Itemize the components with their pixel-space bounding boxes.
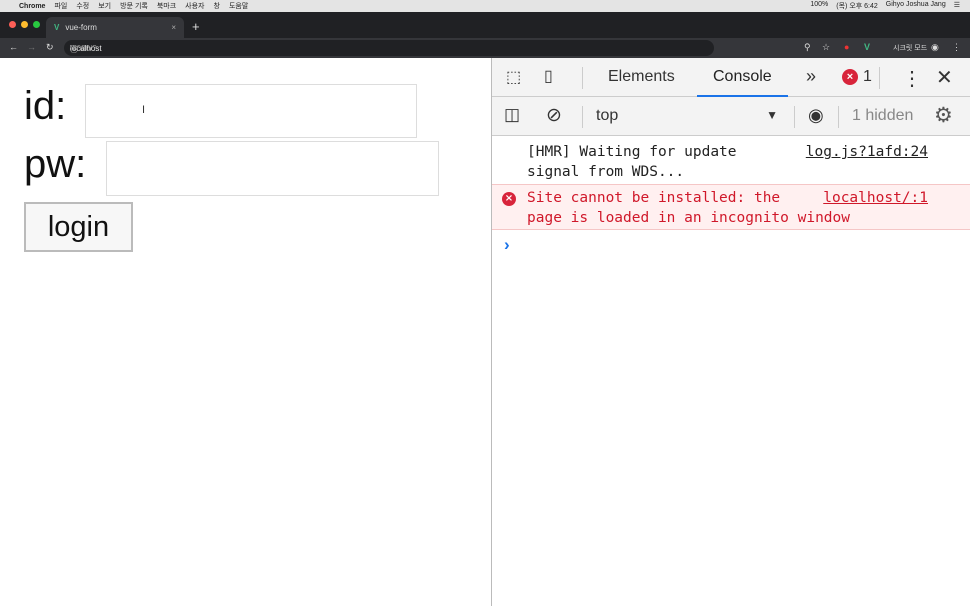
back-icon[interactable]: ← bbox=[9, 42, 18, 52]
tab-title: vue-form bbox=[65, 23, 97, 32]
devtools-menu-icon[interactable]: ⋮ bbox=[902, 66, 922, 91]
id-label: id: bbox=[24, 84, 67, 128]
forward-icon[interactable]: → bbox=[27, 42, 36, 52]
message-source-link[interactable]: localhost/:1 bbox=[823, 188, 928, 208]
vue-favicon-icon: V bbox=[54, 23, 60, 32]
devtools-main-toolbar: ⬚ ▯ Elements Console » × 1 ⋮ ✕ bbox=[492, 58, 970, 97]
zoom-icon[interactable]: ⚲ bbox=[804, 42, 811, 53]
url-path: :8080/? bbox=[70, 44, 97, 53]
separator bbox=[582, 106, 583, 128]
clear-console-icon[interactable]: ⊘ bbox=[546, 104, 562, 127]
console-toolbar: ◫ ⊘ top ▼ ◉ 1 hidden ⚙ bbox=[492, 97, 970, 136]
context-selector[interactable]: top ▼ bbox=[588, 105, 782, 127]
close-window-button[interactable] bbox=[9, 21, 16, 28]
battery-status[interactable]: 100% bbox=[810, 1, 828, 11]
message-text: page is loaded in an incognito window bbox=[527, 210, 851, 226]
console-message: [HMR] Waiting for update signal from WDS… bbox=[492, 142, 970, 188]
device-toolbar-icon[interactable]: ▯ bbox=[544, 66, 553, 86]
menu-edit[interactable]: 수정 bbox=[76, 1, 89, 11]
error-count-icon[interactable]: × bbox=[842, 69, 858, 85]
live-expression-icon[interactable]: ◉ bbox=[808, 105, 824, 126]
tab-close-icon[interactable]: × bbox=[171, 23, 176, 32]
message-source-link[interactable]: log.js?1afd:24 bbox=[806, 142, 928, 162]
incognito-label[interactable]: 시크릿 모드 bbox=[893, 43, 927, 53]
menu-app[interactable]: Chrome bbox=[19, 3, 45, 10]
pw-label: pw: bbox=[24, 142, 87, 186]
address-bar-row: ← → ↻ ⓘ localhost:8080/? ⚲ ☆ ● V 시크릿 모드 … bbox=[0, 38, 970, 58]
console-prompt[interactable]: › bbox=[492, 232, 970, 258]
mac-menubar: Chrome 파일 수정 보기 방문 기록 북마크 사용자 창 도움말 100%… bbox=[0, 0, 970, 12]
tab-strip: V vue-form × + bbox=[0, 12, 970, 38]
menu-window[interactable]: 창 bbox=[214, 1, 220, 11]
page-content: id: I pw: login bbox=[0, 58, 491, 606]
more-tabs-icon[interactable]: » bbox=[806, 66, 816, 87]
separator bbox=[582, 67, 583, 89]
tab-console[interactable]: Console bbox=[697, 58, 788, 97]
browser-tab[interactable]: V vue-form × bbox=[46, 17, 184, 38]
id-input[interactable] bbox=[85, 84, 417, 138]
maximize-window-button[interactable] bbox=[33, 21, 40, 28]
menu-help[interactable]: 도움말 bbox=[229, 1, 248, 11]
reload-icon[interactable]: ↻ bbox=[46, 42, 54, 53]
separator bbox=[794, 106, 795, 128]
menu-file[interactable]: 파일 bbox=[54, 1, 67, 11]
menu-people[interactable]: 사용자 bbox=[185, 1, 204, 11]
close-devtools-icon[interactable]: ✕ bbox=[936, 65, 953, 90]
incognito-avatar-icon[interactable]: ◉ bbox=[931, 42, 939, 53]
hidden-count[interactable]: 1 hidden bbox=[852, 107, 913, 125]
inspect-element-icon[interactable]: ⬚ bbox=[506, 67, 521, 87]
text-cursor-icon: I bbox=[142, 104, 146, 116]
console-settings-icon[interactable]: ⚙ bbox=[934, 103, 953, 128]
menu-bookmarks[interactable]: 북마크 bbox=[157, 1, 176, 11]
message-text: signal from WDS... bbox=[527, 164, 685, 180]
separator bbox=[838, 106, 839, 128]
chrome-menu-icon[interactable]: ⋮ bbox=[952, 42, 961, 53]
menu-list-icon[interactable]: ☰ bbox=[954, 1, 960, 11]
separator bbox=[879, 67, 880, 89]
minimize-window-button[interactable] bbox=[21, 21, 28, 28]
menu-view[interactable]: 보기 bbox=[98, 1, 111, 11]
menu-history[interactable]: 방문 기록 bbox=[120, 1, 148, 11]
sidebar-toggle-icon[interactable]: ◫ bbox=[504, 105, 520, 125]
devtools-panel: ⬚ ▯ Elements Console » × 1 ⋮ ✕ ◫ ⊘ top ▼… bbox=[492, 58, 970, 606]
user-name[interactable]: Gihyo Joshua Jang bbox=[886, 1, 946, 11]
dropdown-arrow-icon: ▼ bbox=[766, 108, 778, 122]
error-count[interactable]: 1 bbox=[863, 68, 872, 86]
bookmark-star-icon[interactable]: ☆ bbox=[822, 42, 830, 53]
extension-icon[interactable]: ● bbox=[844, 42, 849, 52]
vue-devtools-icon[interactable]: V bbox=[864, 42, 870, 52]
error-icon: × bbox=[502, 192, 516, 206]
context-value: top bbox=[596, 107, 619, 124]
tab-elements[interactable]: Elements bbox=[608, 68, 675, 86]
url-input[interactable]: ⓘ localhost:8080/? bbox=[64, 40, 714, 56]
new-tab-button[interactable]: + bbox=[192, 19, 200, 34]
pw-input[interactable] bbox=[106, 141, 439, 196]
clock[interactable]: (목) 오후 6:42 bbox=[836, 1, 878, 11]
console-error-message: × Site cannot be installed: the page is … bbox=[492, 184, 970, 230]
login-button[interactable]: login bbox=[24, 202, 133, 252]
prompt-chevron-icon: › bbox=[504, 235, 510, 254]
